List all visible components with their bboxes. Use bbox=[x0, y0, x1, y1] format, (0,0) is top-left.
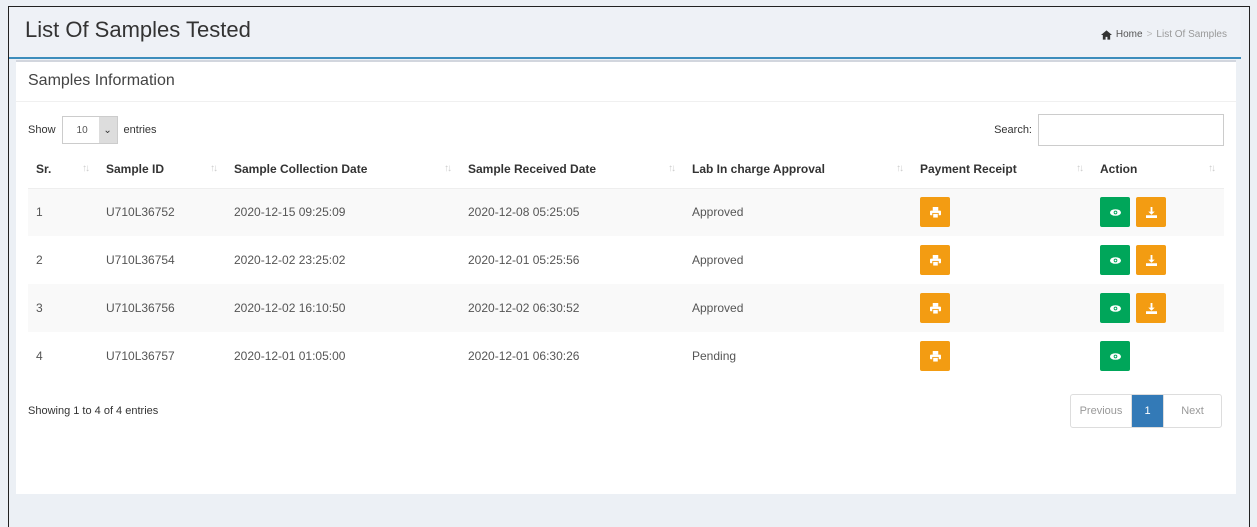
breadcrumb-home[interactable]: Home bbox=[1116, 29, 1143, 40]
table-body: 1 U710L36752 2020-12-15 09:25:09 2020-12-08… bbox=[28, 188, 1224, 380]
cell-received-date: 2020-12-08 05:25:05 bbox=[460, 188, 684, 236]
column-header-payment-receipt[interactable]: Payment Receipt ↑↓ bbox=[912, 150, 1092, 189]
search-input[interactable] bbox=[1038, 114, 1224, 146]
column-header-received-date[interactable]: Sample Received Date ↑↓ bbox=[460, 150, 684, 189]
cell-collection-date: 2020-12-02 23:25:02 bbox=[234, 253, 346, 267]
cell-collection-date: 2020-12-15 09:25:09 bbox=[226, 188, 460, 236]
download-report-button[interactable] bbox=[1136, 197, 1166, 228]
show-label: Show bbox=[28, 124, 56, 136]
table-info: Showing 1 to 4 of 4 entries bbox=[28, 405, 159, 417]
print-icon bbox=[929, 254, 941, 266]
print-receipt-button[interactable] bbox=[920, 197, 950, 228]
column-header-sample-id[interactable]: Sample ID ↑↓ bbox=[98, 150, 226, 189]
cell-action bbox=[1092, 332, 1224, 380]
cell-sample-id: U710L36752 bbox=[98, 188, 226, 236]
sort-icon: ↑↓ bbox=[444, 163, 452, 174]
entries-label: entries bbox=[123, 124, 157, 136]
search-label: Search: bbox=[994, 124, 1032, 136]
table-row: 2 U710L36754 2020-12-02 23:25:02 2020-12-01… bbox=[28, 236, 1224, 284]
download-icon bbox=[1145, 254, 1157, 266]
column-header-sr[interactable]: Sr. ↑↓ bbox=[28, 150, 98, 189]
cell-action bbox=[1092, 236, 1224, 284]
cell-received-date: 2020-12-01 05:25:56 bbox=[468, 253, 580, 267]
cell-received-date: 2020-12-02 06:30:52 bbox=[460, 284, 684, 332]
pagination: Previous 1 Next bbox=[1070, 394, 1222, 428]
cell-sample-id: U710L36757 bbox=[106, 349, 175, 363]
table-header-row: Sr. ↑↓ Sample ID ↑↓ Sample Collection Date… bbox=[28, 150, 1224, 189]
page-title: List Of Samples Tested bbox=[25, 17, 251, 42]
print-receipt-button[interactable] bbox=[920, 341, 950, 371]
search-filter: Search: bbox=[994, 114, 1224, 146]
download-report-button[interactable] bbox=[1136, 293, 1166, 323]
cell-sample-id: U710L36756 bbox=[98, 284, 226, 332]
box-title: Samples Information bbox=[28, 72, 175, 89]
cell-sr: 4 bbox=[36, 349, 43, 363]
cell-received-date: 2020-12-01 06:30:26 bbox=[468, 349, 580, 363]
column-header-collection-date[interactable]: Sample Collection Date ↑↓ bbox=[226, 150, 460, 189]
table-footer: Showing 1 to 4 of 4 entries Previous 1 N… bbox=[16, 394, 1236, 428]
print-icon bbox=[929, 302, 941, 314]
entries-select[interactable]: 10 ⌄ bbox=[61, 116, 118, 144]
cell-approval-status: Approved bbox=[684, 284, 912, 332]
sort-icon: ↑↓ bbox=[668, 163, 676, 174]
eye-icon bbox=[1109, 255, 1121, 266]
view-sample-button[interactable] bbox=[1100, 245, 1130, 275]
column-header-action[interactable]: Action ↑↓ bbox=[1092, 150, 1224, 189]
entries-length: Show 10 ⌄ entries bbox=[28, 116, 157, 144]
cell-collection-date: 2020-12-01 01:05:00 bbox=[234, 349, 346, 363]
print-icon bbox=[929, 206, 941, 218]
table-controls: Show 10 ⌄ entries Search: bbox=[16, 102, 1236, 146]
breadcrumb-separator: > bbox=[1146, 29, 1153, 40]
sort-icon: ↑↓ bbox=[1076, 163, 1084, 174]
cell-action bbox=[1092, 188, 1224, 236]
column-header-lab-approval[interactable]: Lab In charge Approval ↑↓ bbox=[684, 150, 912, 189]
table-row: 4 U710L36757 2020-12-01 01:05:00 2020-12-01… bbox=[28, 332, 1224, 380]
cell-action bbox=[1092, 284, 1224, 332]
cell-approval-status: Approved bbox=[684, 188, 912, 236]
cell-approval-status: Approved bbox=[692, 253, 744, 267]
entries-select-value: 10 bbox=[76, 124, 88, 136]
download-icon bbox=[1145, 206, 1157, 218]
cell-sr: 3 bbox=[28, 284, 98, 332]
samples-table: Sr. ↑↓ Sample ID ↑↓ Sample Collection Date… bbox=[28, 150, 1224, 380]
eye-icon bbox=[1109, 303, 1121, 314]
sort-icon: ↑↓ bbox=[1208, 163, 1216, 174]
cell-payment-receipt bbox=[912, 236, 1092, 284]
cell-sr: 1 bbox=[28, 188, 98, 236]
download-report-button[interactable] bbox=[1136, 245, 1166, 275]
cell-approval-status: Pending bbox=[692, 349, 737, 363]
sort-icon: ↑↓ bbox=[82, 163, 90, 174]
print-receipt-button[interactable] bbox=[920, 245, 950, 275]
cell-collection-date: 2020-12-02 16:10:50 bbox=[226, 284, 460, 332]
home-icon bbox=[1100, 29, 1112, 40]
cell-payment-receipt bbox=[912, 284, 1092, 332]
print-receipt-button[interactable] bbox=[920, 293, 950, 323]
view-sample-button[interactable] bbox=[1100, 341, 1130, 371]
cell-payment-receipt bbox=[912, 332, 1092, 380]
table-row: 3 U710L36756 2020-12-02 16:10:50 2020-12-02… bbox=[28, 284, 1224, 332]
table-row: 1 U710L36752 2020-12-15 09:25:09 2020-12-08… bbox=[28, 188, 1224, 236]
cell-sr: 2 bbox=[36, 253, 43, 267]
samples-box: Samples Information Show 10 ⌄ entries Se… bbox=[16, 60, 1236, 494]
sort-icon: ↑↓ bbox=[896, 163, 904, 174]
pagination-page-1[interactable]: 1 bbox=[1131, 395, 1163, 427]
breadcrumb: Home > List Of Samples bbox=[1100, 29, 1227, 40]
content-header: List Of Samples Tested Home > List Of Sa… bbox=[9, 7, 1241, 59]
view-sample-button[interactable] bbox=[1100, 293, 1130, 323]
print-icon bbox=[929, 350, 941, 362]
pagination-previous[interactable]: Previous bbox=[1071, 395, 1131, 427]
breadcrumb-current: List Of Samples bbox=[1156, 29, 1227, 40]
box-header: Samples Information bbox=[16, 62, 1236, 102]
sort-icon: ↑↓ bbox=[210, 163, 218, 174]
pagination-next[interactable]: Next bbox=[1163, 395, 1221, 427]
download-icon bbox=[1145, 302, 1157, 314]
eye-icon bbox=[1109, 207, 1121, 218]
chevron-down-icon: ⌄ bbox=[98, 117, 117, 143]
view-sample-button[interactable] bbox=[1100, 197, 1130, 228]
eye-icon bbox=[1109, 351, 1121, 362]
cell-payment-receipt bbox=[912, 188, 1092, 236]
cell-sample-id: U710L36754 bbox=[106, 253, 175, 267]
